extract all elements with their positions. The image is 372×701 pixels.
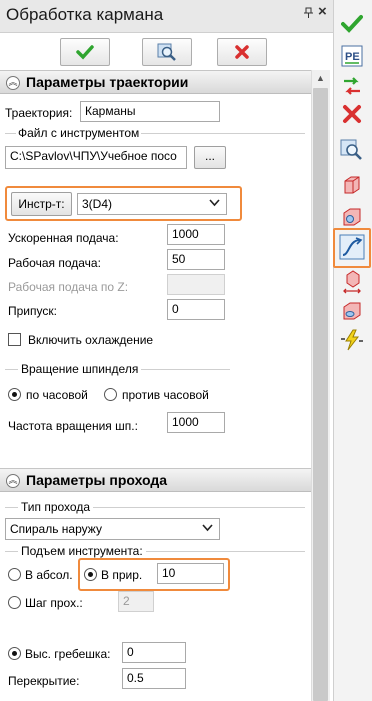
step-label: Шаг прох.: — [25, 596, 83, 610]
cube-tool-icon[interactable] — [337, 202, 367, 230]
cw-label: по часовой — [26, 388, 88, 402]
z-feed-field — [167, 274, 225, 295]
ccw-radio[interactable] — [104, 388, 117, 401]
preview-button[interactable] — [142, 38, 192, 66]
rel-field[interactable]: 10 — [157, 563, 224, 584]
window-title: Обработка кармана — [6, 5, 164, 24]
scallop-radio[interactable] — [8, 647, 21, 660]
spindle-speed-label: Частота вращения шп.: — [8, 419, 138, 433]
rapid-feed-label: Ускоренная подача: — [8, 231, 119, 245]
trajectory-label: Траектория: — [5, 106, 73, 120]
pass-section-header[interactable]: ︽ Параметры прохода — [0, 468, 330, 492]
tool-file-path-field[interactable]: C:\SPavlov\ЧПУ\Учебное посо — [5, 146, 187, 169]
scallop-label: Выс. гребешка: — [25, 647, 111, 661]
cancel-button[interactable] — [217, 38, 267, 66]
tool-button[interactable]: Инстр-т: — [11, 192, 72, 216]
svg-text:PE: PE — [345, 51, 360, 63]
tool-file-group-label: Файл с инструментом — [16, 126, 142, 140]
trajectory-field[interactable]: Карманы — [80, 101, 220, 122]
magnifier-icon[interactable] — [337, 136, 367, 164]
section-title: Параметры прохода — [26, 472, 168, 488]
cw-radio[interactable] — [8, 388, 21, 401]
ok-button[interactable] — [60, 38, 110, 66]
check-icon — [76, 45, 94, 60]
step-radio[interactable] — [8, 596, 21, 609]
browse-button[interactable]: ... — [194, 146, 226, 169]
pass-type-select[interactable]: Спираль наружу — [5, 518, 220, 540]
scallop-field[interactable]: 0 — [122, 642, 186, 663]
abs-label: В абсол. — [25, 568, 73, 582]
cooling-checkbox[interactable] — [8, 333, 21, 346]
trajectory-section-header[interactable]: ︽ Параметры траектории — [0, 70, 330, 94]
overlap-field[interactable]: 0.5 — [122, 668, 186, 689]
lift-group-label: Подъем инструмента: — [18, 544, 146, 558]
chevron-down-icon — [209, 197, 220, 211]
tool-select[interactable]: 3(D4) — [77, 193, 227, 215]
rel-radio[interactable] — [84, 568, 97, 581]
sort-arrows-icon[interactable] — [337, 72, 367, 100]
collapse-icon[interactable]: ︽ — [6, 76, 20, 90]
tool-select-value: 3(D4) — [82, 197, 113, 211]
pe-icon[interactable]: PE — [337, 42, 367, 70]
cube-bottom-icon[interactable] — [337, 296, 367, 324]
pass-type-group-label: Тип прохода — [18, 500, 93, 514]
red-cube-icon[interactable] — [337, 170, 367, 198]
section-title: Параметры траектории — [26, 74, 189, 90]
ccw-label: против часовой — [122, 388, 209, 402]
chevron-down-icon — [202, 522, 213, 536]
scroll-up-icon[interactable]: ▲ — [311, 70, 330, 87]
pin-icon[interactable] — [303, 7, 315, 19]
allowance-label: Припуск: — [8, 304, 57, 318]
abs-radio[interactable] — [8, 568, 21, 581]
rapid-feed-field[interactable]: 1000 — [167, 224, 225, 245]
close-icon[interactable]: × — [318, 3, 327, 20]
step-field: 2 — [118, 591, 154, 612]
pass-type-value: Спираль наружу — [10, 522, 102, 536]
collapse-icon[interactable]: ︽ — [6, 474, 20, 488]
allowance-field[interactable]: 0 — [167, 299, 225, 320]
work-feed-field[interactable]: 50 — [167, 249, 225, 270]
checkmark-icon[interactable] — [337, 10, 367, 38]
cancel-x-icon[interactable] — [337, 100, 367, 128]
cube-arrow-icon[interactable] — [337, 268, 367, 296]
z-feed-label: Рабочая подача по Z: — [8, 280, 129, 294]
cooling-label: Включить охлаждение — [28, 333, 154, 347]
lightning-icon[interactable] — [337, 326, 367, 354]
spindle-speed-field[interactable]: 1000 — [167, 412, 225, 433]
spindle-group-label: Вращение шпинделя — [18, 362, 142, 376]
rel-label: В прир. — [101, 568, 143, 582]
work-feed-label: Рабочая подача: — [8, 256, 101, 270]
cross-icon — [235, 45, 249, 59]
magnifier-icon — [157, 43, 176, 61]
scrollbar-thumb[interactable] — [313, 88, 328, 701]
path-curve-icon[interactable] — [337, 233, 367, 261]
overlap-label: Перекрытие: — [8, 674, 80, 688]
